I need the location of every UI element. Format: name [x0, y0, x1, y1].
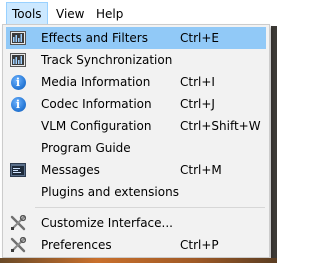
- menubar: Tools View Help: [0, 0, 277, 26]
- menu-item-label: Preferences: [41, 238, 112, 252]
- equalizer-icon: [10, 30, 26, 46]
- menu-item-shortcut: Ctrl+J: [180, 97, 215, 111]
- menu-item-shortcut: Ctrl+E: [180, 31, 219, 45]
- menu-item-label: Program Guide: [41, 141, 131, 155]
- menu-tools-label: Tools: [12, 7, 42, 21]
- menu-item-shortcut: Ctrl+I: [180, 75, 215, 89]
- info-icon: i: [10, 96, 26, 112]
- menu-item-messages[interactable]: Messages Ctrl+M: [6, 159, 266, 181]
- menu-item-shortcut: Ctrl+Shift+W: [180, 119, 261, 133]
- menu-view-label: View: [56, 7, 85, 21]
- menu-item-label: Messages: [41, 163, 100, 177]
- menu-item-codec-information[interactable]: i Codec Information Ctrl+J: [6, 93, 266, 115]
- menu-separator: [35, 207, 265, 208]
- menu-item-label: Codec Information: [41, 97, 152, 111]
- info-icon: i: [10, 74, 26, 90]
- menu-item-label: VLM Configuration: [41, 119, 152, 133]
- menu-item-effects-and-filters[interactable]: Effects and Filters Ctrl+E: [6, 27, 266, 49]
- menu-item-plugins-and-extensions[interactable]: Plugins and extensions: [6, 181, 266, 203]
- menu-item-track-synchronization[interactable]: Track Synchronization: [6, 49, 266, 71]
- tools-dropdown-menu: Effects and Filters Ctrl+E Track Synchro…: [2, 24, 270, 258]
- menu-tools[interactable]: Tools: [6, 2, 48, 26]
- menu-item-label: Effects and Filters: [41, 31, 148, 45]
- menu-item-label: Plugins and extensions: [41, 185, 179, 199]
- menu-help-label: Help: [96, 7, 124, 21]
- menu-view[interactable]: View: [51, 2, 89, 26]
- menu-item-label: Customize Interface...: [41, 216, 173, 230]
- menu-help[interactable]: Help: [91, 2, 128, 26]
- menu-item-customize-interface[interactable]: Customize Interface...: [6, 212, 266, 234]
- equalizer-icon: [10, 52, 26, 68]
- wrench-screwdriver-icon: [10, 215, 26, 231]
- menu-item-shortcut: Ctrl+P: [180, 238, 219, 252]
- wrench-screwdriver-icon: [10, 237, 26, 253]
- menu-item-shortcut: Ctrl+M: [180, 163, 222, 177]
- menu-item-label: Track Synchronization: [41, 53, 173, 67]
- background-window: [271, 26, 277, 258]
- menu-item-media-information[interactable]: i Media Information Ctrl+I: [6, 71, 266, 93]
- menu-item-preferences[interactable]: Preferences Ctrl+P: [6, 234, 266, 256]
- menu-item-label: Media Information: [41, 75, 151, 89]
- menu-item-program-guide[interactable]: Program Guide: [6, 137, 266, 159]
- menu-item-vlm-configuration[interactable]: VLM Configuration Ctrl+Shift+W: [6, 115, 266, 137]
- background-window-strip: [0, 258, 277, 263]
- terminal-icon: [10, 162, 26, 178]
